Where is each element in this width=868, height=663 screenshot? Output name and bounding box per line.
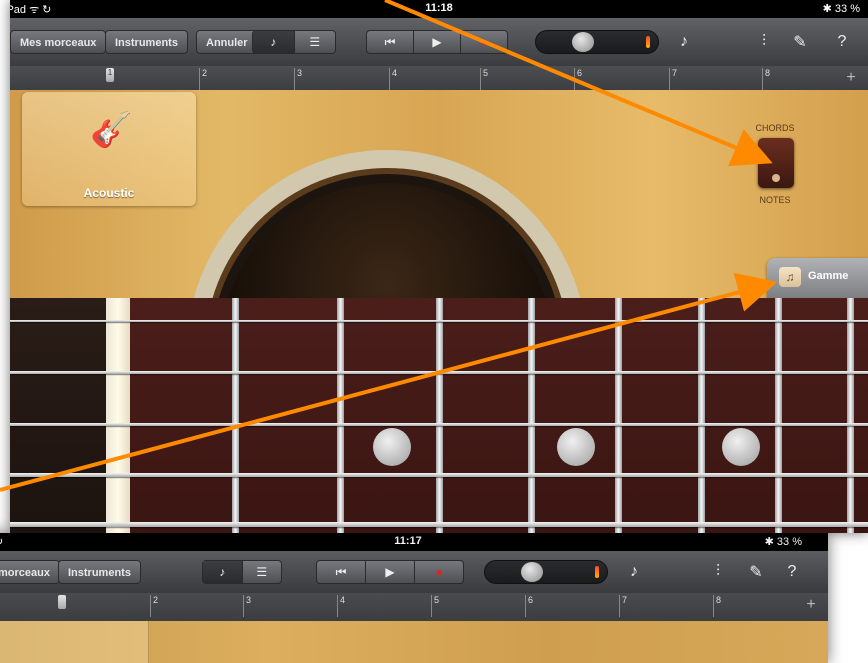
- view-toggle[interactable]: ♪ ☰: [252, 30, 336, 54]
- back-ruler-tick: 5: [430, 595, 440, 617]
- guitar-string[interactable]: [10, 473, 868, 477]
- toolbar: Mes morceaux Instruments Annuler ♪ ☰ ⏮ ▶…: [10, 18, 868, 67]
- back-add-section-icon[interactable]: +: [802, 596, 820, 614]
- fret: [615, 298, 622, 533]
- fret-inlay: [557, 428, 595, 466]
- timeline-ruler[interactable]: 1 2 3 4 5 6 7 8 +: [10, 66, 868, 91]
- mixer-icon[interactable]: ⫶: [750, 30, 778, 54]
- back-status-time: 11:17: [394, 535, 422, 547]
- settings-wrench-icon[interactable]: ✎: [786, 30, 814, 54]
- notes-label: NOTES: [759, 195, 791, 205]
- add-section-icon[interactable]: +: [842, 69, 860, 87]
- fret-inlay: [373, 428, 411, 466]
- rewind-icon[interactable]: ⏮: [367, 31, 414, 53]
- ruler-tick: 4: [388, 68, 398, 90]
- volume-knob[interactable]: [572, 32, 594, 52]
- back-ruler-tick: 7: [618, 595, 628, 617]
- back-my-songs-button[interactable]: morceaux: [0, 560, 60, 584]
- back-ruler-tick: 6: [524, 595, 534, 617]
- back-status-right: ✱ 33 %: [764, 536, 802, 548]
- undo-button[interactable]: Annuler: [196, 30, 258, 54]
- status-bar: iPad ᯤ ↻ 11:18 ✱ 33 %: [10, 0, 868, 18]
- instruments-button[interactable]: Instruments: [105, 30, 188, 54]
- level-meter: [646, 36, 650, 48]
- back-record-icon[interactable]: ●: [415, 561, 463, 583]
- back-instrument-tile[interactable]: [0, 621, 149, 663]
- volume-slider[interactable]: [535, 30, 659, 54]
- fretboard-headstock: [10, 298, 106, 533]
- back-ruler-tick: 3: [242, 595, 252, 617]
- fret-inlay: [722, 428, 760, 466]
- switch-indicator: [772, 174, 780, 182]
- fret: [436, 298, 443, 533]
- back-status-bar: ↻ 11:17 ✱ 33 %: [0, 533, 828, 551]
- record-icon[interactable]: ●: [461, 31, 507, 53]
- fret: [847, 298, 854, 533]
- back-ruler-tick: 8: [712, 595, 722, 617]
- back-mixer-icon[interactable]: ⫶: [704, 560, 732, 584]
- fret: [528, 298, 535, 533]
- guitar-string[interactable]: [10, 522, 868, 527]
- back-toolbar: morceaux Instruments ♪ ☰ ⏮ ▶ ● ♪ ⫶ ✎ ?: [0, 551, 828, 594]
- ruler-tick: 5: [479, 68, 489, 90]
- ruler-tick: 7: [668, 68, 678, 90]
- fret: [232, 298, 239, 533]
- scale-button[interactable]: ♫ Gamme: [767, 258, 868, 298]
- back-ruler-tick: 2: [149, 595, 159, 617]
- guitar-string[interactable]: [10, 320, 868, 322]
- back-guitar-view-icon[interactable]: ♪: [203, 561, 243, 583]
- transport-controls: ⏮ ▶ ●: [366, 30, 508, 54]
- my-songs-button[interactable]: Mes morceaux: [10, 30, 107, 54]
- back-instruments-button[interactable]: Instruments: [58, 560, 141, 584]
- guitar-string[interactable]: [10, 423, 868, 426]
- status-time: 11:18: [425, 2, 453, 14]
- fret: [337, 298, 344, 533]
- help-icon[interactable]: ?: [828, 30, 856, 54]
- instrument-selector[interactable]: 🎸 Acoustic: [22, 92, 196, 206]
- back-screenshot: ↻ 11:17 ✱ 33 % morceaux Instruments ♪ ☰ …: [0, 533, 828, 663]
- back-play-icon[interactable]: ▶: [366, 561, 415, 583]
- instrument-name: Acoustic: [83, 186, 135, 200]
- tracks-view-icon[interactable]: ☰: [295, 31, 336, 53]
- acoustic-guitar-icon: 🎸: [90, 111, 133, 149]
- ruler-tick: 6: [573, 68, 583, 90]
- ruler-tick: 3: [293, 68, 303, 90]
- back-volume-slider[interactable]: [484, 560, 608, 584]
- chords-notes-switch[interactable]: [758, 138, 794, 188]
- fret: [698, 298, 705, 533]
- front-screenshot: iPad ᯤ ↻ 11:18 ✱ 33 % Mes morceaux Instr…: [10, 0, 868, 533]
- back-ruler-tick: 4: [336, 595, 346, 617]
- play-icon[interactable]: ▶: [414, 31, 461, 53]
- guitar-view-icon[interactable]: ♪: [253, 31, 295, 53]
- back-metronome-icon[interactable]: ♪: [620, 560, 648, 584]
- back-playhead[interactable]: [58, 595, 66, 609]
- status-right: ✱ 33 %: [822, 3, 860, 15]
- guitar-nut: [106, 298, 130, 533]
- back-settings-wrench-icon[interactable]: ✎: [742, 560, 770, 584]
- back-timeline-ruler[interactable]: 2 3 4 5 6 7 8 +: [0, 593, 828, 622]
- back-help-icon[interactable]: ?: [778, 560, 806, 584]
- back-tracks-view-icon[interactable]: ☰: [243, 561, 282, 583]
- guitar-string[interactable]: [10, 371, 868, 374]
- music-note-icon: ♫: [779, 267, 801, 287]
- back-view-toggle[interactable]: ♪ ☰: [202, 560, 282, 584]
- playhead[interactable]: 1: [106, 68, 114, 82]
- chords-label: CHORDS: [755, 123, 795, 133]
- ruler-tick: 8: [761, 68, 771, 90]
- back-transport: ⏮ ▶ ●: [316, 560, 464, 584]
- ruler-tick: 2: [198, 68, 208, 90]
- scale-button-label: Gamme: [808, 270, 849, 282]
- metronome-icon[interactable]: ♪: [670, 30, 698, 54]
- fret: [775, 298, 782, 533]
- back-rewind-icon[interactable]: ⏮: [317, 561, 366, 583]
